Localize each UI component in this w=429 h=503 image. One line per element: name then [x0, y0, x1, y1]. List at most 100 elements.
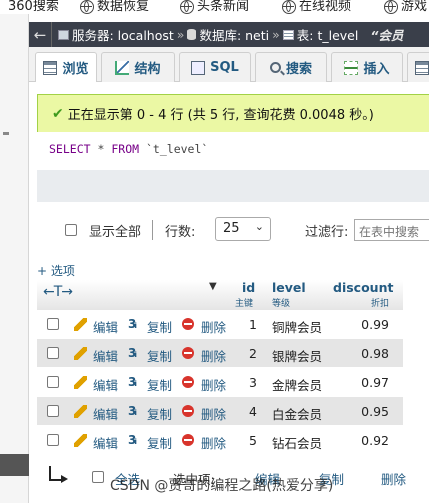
sql-query-box: SELECT * FROM `t_level`	[37, 132, 429, 170]
copy-link[interactable]: 复制	[147, 375, 172, 394]
success-message: ✔ 正在显示第 0 - 4 行 (共 5 行, 查询花费 0.0048 秒。)	[37, 94, 429, 132]
bookmark-360-search[interactable]: 360搜索	[8, 0, 59, 14]
pencil-icon[interactable]	[74, 347, 87, 360]
globe-icon	[282, 0, 296, 14]
scroll-handle[interactable]	[0, 454, 29, 476]
server-icon	[58, 29, 69, 40]
delete-link[interactable]: 删除	[201, 404, 226, 423]
delete-link[interactable]: 删除	[201, 375, 226, 394]
delete-link[interactable]: 删除	[201, 433, 226, 452]
breadcrumb-server[interactable]: 服务器: localhost	[58, 25, 174, 44]
filter-rows-input[interactable]	[354, 219, 429, 241]
column-header-id[interactable]: id	[242, 280, 255, 295]
cell-discount: 0.92	[361, 433, 389, 448]
cell-id: 3	[249, 375, 257, 390]
delete-icon[interactable]	[182, 376, 194, 388]
browse-icon	[43, 60, 58, 75]
copy-icon[interactable]: 3ᵢ	[128, 317, 137, 331]
copy-link[interactable]: 复制	[147, 404, 172, 423]
column-header-level[interactable]: level	[272, 280, 306, 295]
column-arrows-icon[interactable]: ←T→	[43, 284, 73, 300]
edit-link[interactable]: 编辑	[93, 346, 118, 365]
breadcrumb-table[interactable]: 表: t_level	[282, 25, 358, 44]
options-link[interactable]: + 选项	[37, 262, 75, 279]
cell-discount: 0.95	[361, 404, 389, 419]
cell-id: 5	[249, 433, 257, 448]
row-checkbox[interactable]	[47, 376, 59, 388]
table-row: 编辑 3ᵢ 复制 删除 1 铜牌会员 0.99	[37, 310, 403, 339]
tab-bar: 浏览 结构 SQL 搜索 插入	[29, 47, 429, 82]
back-arrow-icon[interactable]: ←	[29, 22, 52, 47]
database-icon	[187, 29, 197, 40]
row-checkbox[interactable]	[47, 434, 59, 446]
column-comment-discount: 折扣	[371, 299, 390, 309]
select-all-checkbox[interactable]	[92, 471, 104, 483]
delete-icon[interactable]	[182, 318, 194, 330]
bookmark-games[interactable]: 游戏	[384, 0, 427, 14]
show-all-label[interactable]: 显示全部	[89, 221, 141, 240]
delete-icon[interactable]	[182, 405, 194, 417]
copy-icon[interactable]: 3ᵢ	[128, 404, 137, 418]
tab-more[interactable]	[407, 52, 429, 82]
cell-level: 钻石会员	[272, 436, 323, 451]
table-icon	[282, 29, 294, 40]
check-icon: ✔	[52, 105, 64, 122]
tab-structure[interactable]: 结构	[101, 52, 175, 82]
delete-icon[interactable]	[182, 347, 194, 359]
navigation-controls: 显示全部 行数: 25 ⌄ 过滤行:	[37, 213, 429, 247]
show-all-checkbox[interactable]	[65, 224, 77, 236]
sql-toolbar	[37, 170, 429, 202]
edit-link[interactable]: 编辑	[93, 433, 118, 452]
tab-search[interactable]: 搜索	[255, 52, 327, 82]
delete-link[interactable]: 删除	[201, 317, 226, 336]
table-row: 编辑 3ᵢ 复制 删除 3 金牌会员 0.97	[37, 368, 403, 397]
tab-sql[interactable]: SQL	[179, 52, 251, 82]
row-checkbox[interactable]	[47, 405, 59, 417]
globe-icon	[80, 0, 94, 14]
structure-icon	[115, 60, 130, 75]
return-arrow-icon	[49, 466, 68, 483]
bookmark-online-video[interactable]: 在线视频	[282, 0, 351, 14]
cell-id: 4	[249, 404, 257, 419]
copy-icon[interactable]: 3ᵢ	[128, 346, 137, 360]
column-header-discount[interactable]: discount	[333, 280, 393, 295]
sql-icon	[191, 60, 206, 75]
delete-link[interactable]: 删除	[201, 346, 226, 365]
copy-link[interactable]: 复制	[147, 433, 172, 452]
bookmark-data-recovery[interactable]: 数据恢复	[80, 0, 149, 14]
bookmarks-bar: 360搜索 数据恢复 头条新闻 在线视频 游戏	[0, 0, 429, 14]
cell-discount: 0.99	[361, 317, 389, 332]
bulk-delete-button[interactable]: 删除	[381, 469, 406, 488]
pencil-icon[interactable]	[74, 376, 87, 389]
breadcrumb: ← 服务器: localhost » 数据库: neti » 表: t_leve…	[29, 22, 429, 47]
tab-browse[interactable]: 浏览	[35, 52, 97, 82]
delete-icon[interactable]	[182, 434, 194, 446]
insert-icon	[344, 60, 359, 75]
chevron-down-icon[interactable]: ▼	[209, 281, 217, 292]
table-row: 编辑 3ᵢ 复制 删除 4 白金会员 0.95	[37, 397, 403, 426]
row-checkbox[interactable]	[47, 318, 59, 330]
copy-link[interactable]: 复制	[147, 317, 172, 336]
globe-icon	[180, 0, 194, 14]
rows-per-page-select[interactable]: 25 ⌄	[215, 217, 271, 241]
pencil-icon[interactable]	[74, 405, 87, 418]
sql-query[interactable]: SELECT * FROM `t_level`	[49, 142, 208, 156]
copy-icon[interactable]: 3ᵢ	[128, 375, 137, 389]
pencil-icon[interactable]	[74, 318, 87, 331]
tab-insert[interactable]: 插入	[331, 52, 403, 82]
column-comment-id: 主键	[235, 299, 254, 309]
breadcrumb-database[interactable]: 数据库: neti	[187, 25, 269, 44]
edit-link[interactable]: 编辑	[93, 317, 118, 336]
cell-level: 白金会员	[272, 407, 323, 422]
pencil-icon[interactable]	[74, 434, 87, 447]
column-comment-level: 等级	[272, 299, 291, 309]
chevron-down-icon: ⌄	[254, 220, 264, 233]
copy-link[interactable]: 复制	[147, 346, 172, 365]
row-checkbox[interactable]	[47, 347, 59, 359]
cell-level: 铜牌会员	[272, 320, 323, 335]
bookmark-headline-news[interactable]: 头条新闻	[180, 0, 249, 14]
copy-icon[interactable]: 3ᵢ	[128, 433, 137, 447]
edit-link[interactable]: 编辑	[93, 375, 118, 394]
edit-link[interactable]: 编辑	[93, 404, 118, 423]
collapse-marker[interactable]	[3, 132, 9, 135]
